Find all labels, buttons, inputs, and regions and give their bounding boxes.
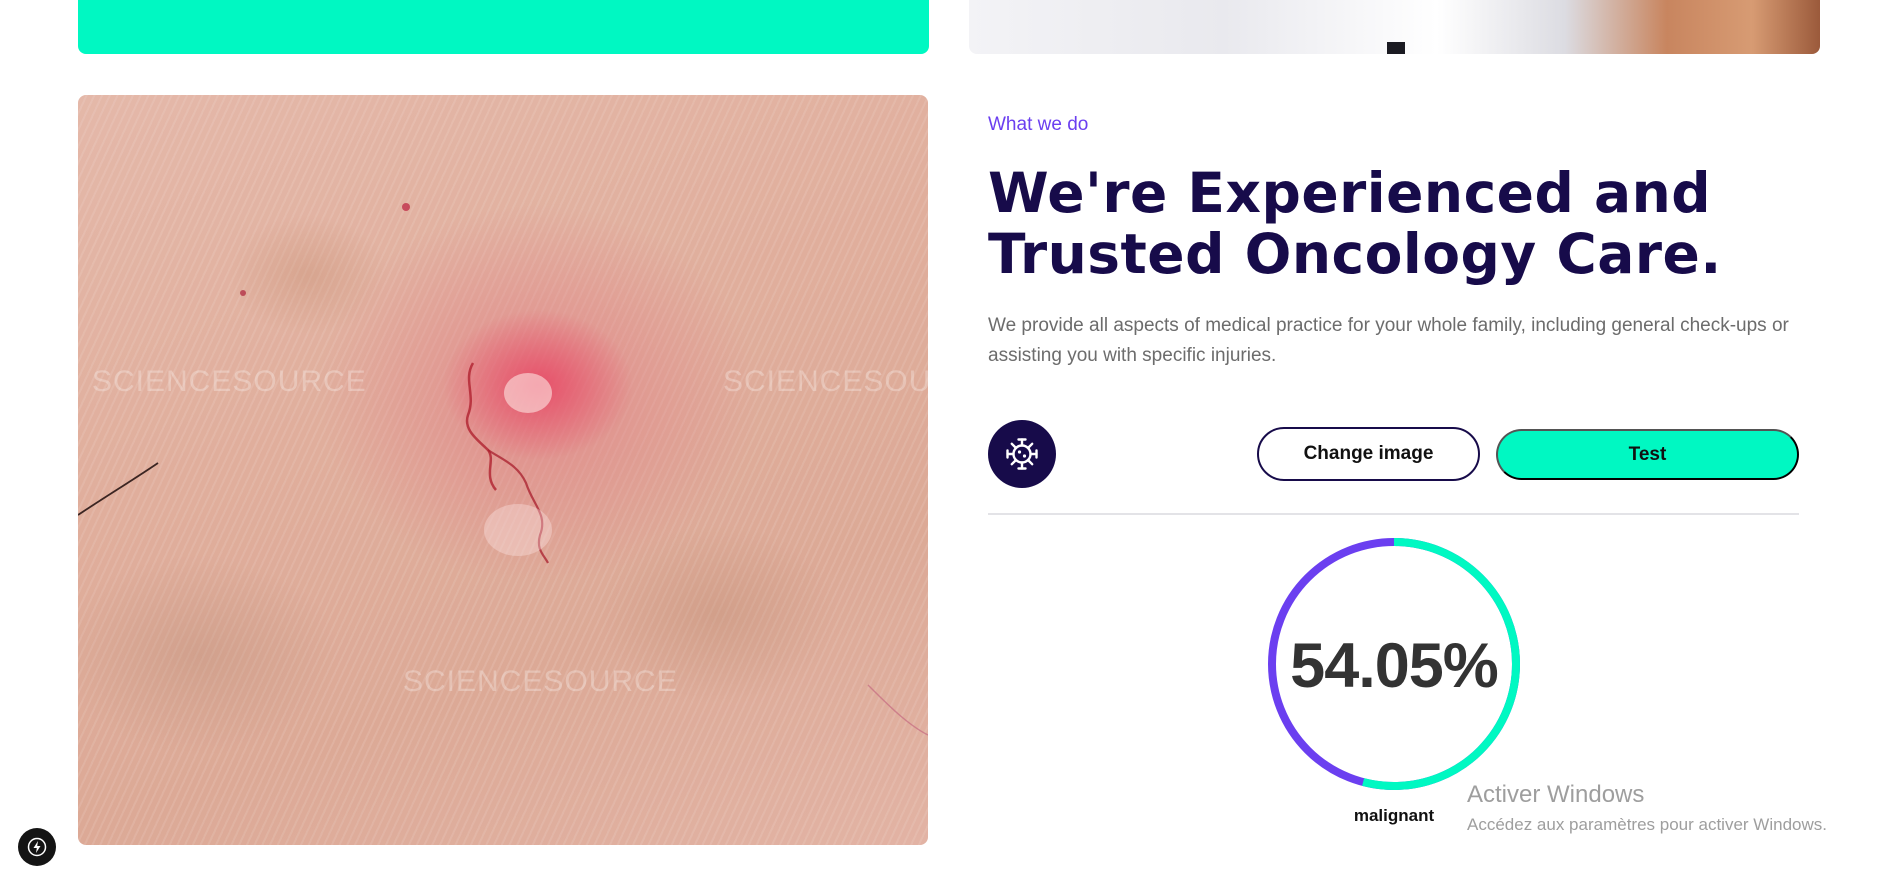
activation-subtitle: Accédez aux paramètres pour activer Wind… bbox=[1467, 815, 1827, 834]
windows-activation-watermark: Activer Windows Accédez aux paramètres p… bbox=[1467, 780, 1827, 837]
lesion-detail-overlay bbox=[78, 203, 928, 736]
activation-title: Activer Windows bbox=[1467, 781, 1645, 808]
result-label: malignant bbox=[1353, 806, 1435, 825]
virus-icon bbox=[1006, 438, 1038, 470]
virus-button[interactable] bbox=[988, 420, 1056, 488]
image-watermark: SCIENCESOURCE bbox=[403, 665, 678, 698]
top-banner-green bbox=[78, 0, 929, 54]
lightning-icon bbox=[27, 837, 47, 857]
photo-detail bbox=[1387, 42, 1405, 54]
image-watermark: SCIENCESOURCE bbox=[723, 365, 928, 398]
top-banner-photo bbox=[969, 0, 1820, 54]
result-percentage: 54.05% bbox=[1290, 631, 1499, 701]
section-eyebrow: What we do bbox=[988, 114, 1089, 135]
image-watermark: SCIENCESOURCE bbox=[92, 365, 367, 398]
section-description: We provide all aspects of medical practi… bbox=[988, 315, 1789, 366]
bolt-button[interactable] bbox=[18, 828, 56, 866]
test-button[interactable]: Test bbox=[1496, 429, 1799, 480]
section-title: We're Experienced and Trusted Oncology C… bbox=[988, 161, 1722, 286]
change-image-button[interactable]: Change image bbox=[1257, 427, 1480, 481]
divider bbox=[988, 513, 1799, 515]
lesion-image: SCIENCESOURCE SCIENCESOURCE SCIENCESOURC… bbox=[78, 95, 928, 845]
